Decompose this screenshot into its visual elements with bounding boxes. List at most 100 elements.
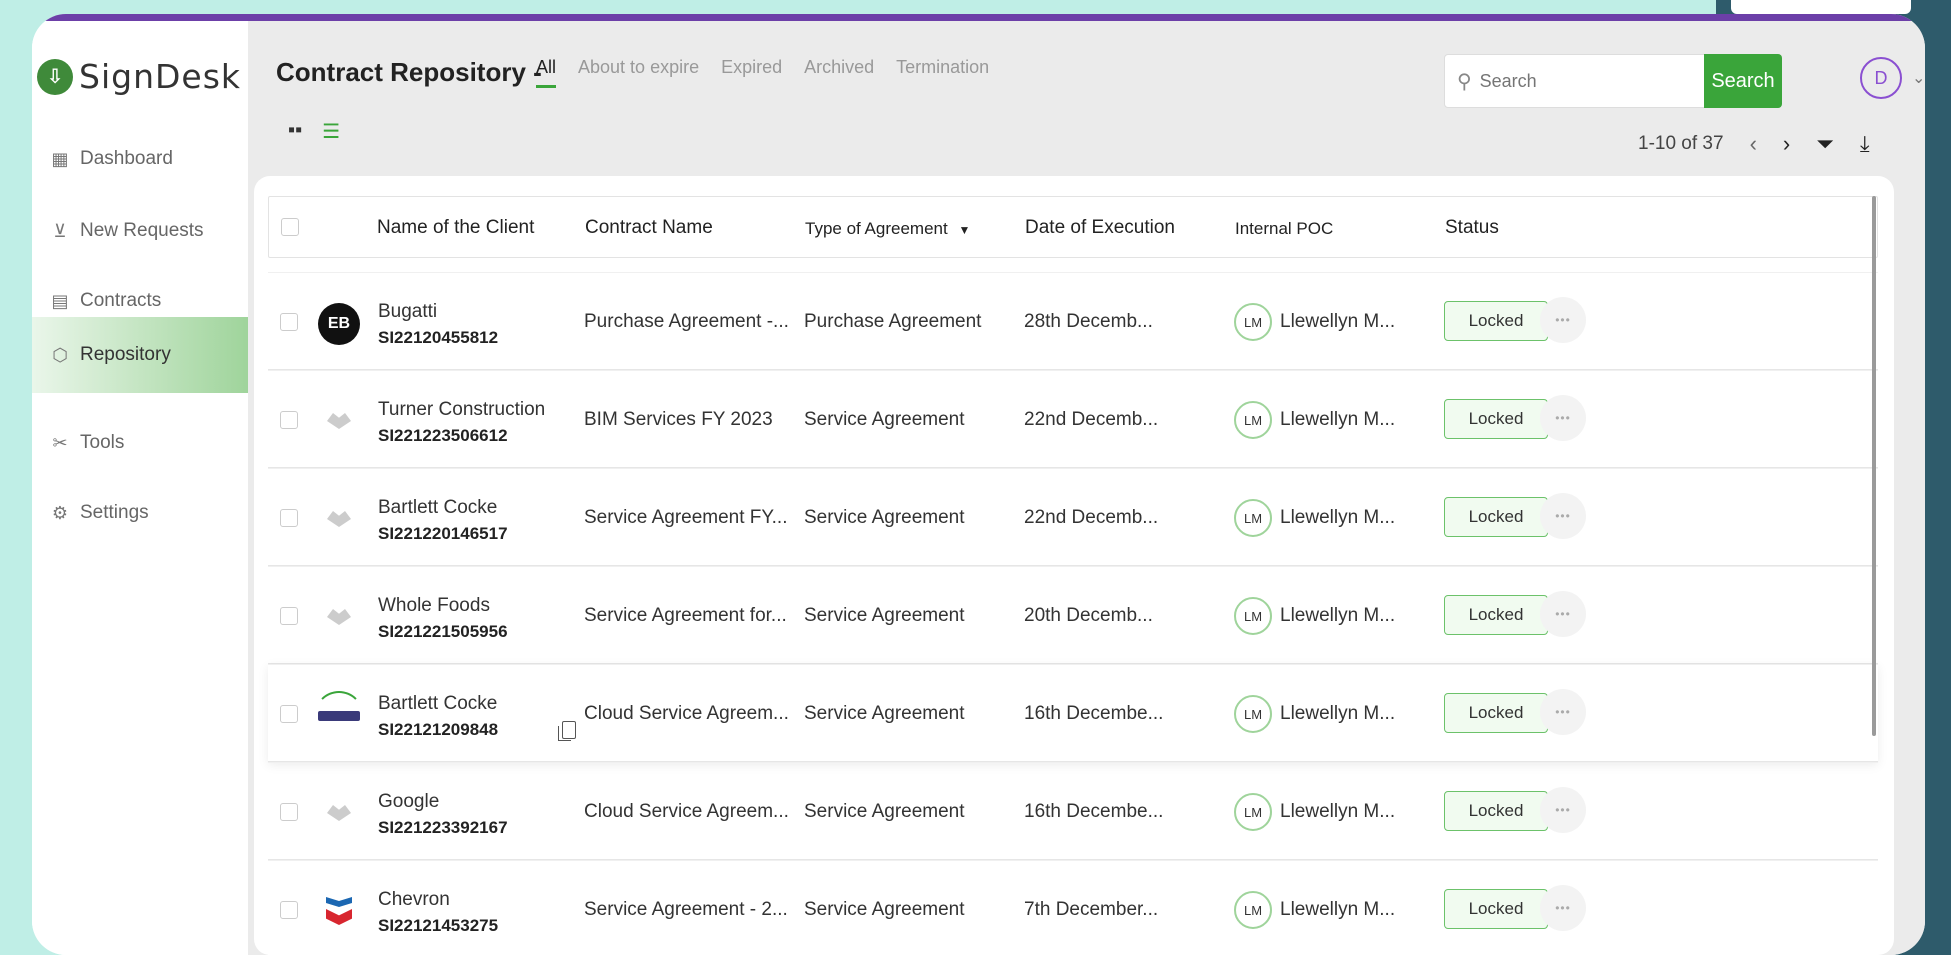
tab-expired[interactable]: Expired [721,57,782,78]
filter-icon[interactable]: ⏷ [1816,131,1834,157]
sidebar-item-tools[interactable]: ✂ Tools [32,405,248,481]
poc-avatar: LM [1234,499,1272,537]
contract-name[interactable]: Service Agreement FY... [584,507,787,529]
poc-name: Llewellyn M... [1280,605,1396,626]
more-options-icon[interactable]: ••• [1540,395,1586,441]
tab-archived[interactable]: Archived [804,57,874,78]
more-options-icon[interactable]: ••• [1540,689,1586,735]
sidebar-item-dashboard[interactable]: ▦ Dashboard [32,121,248,197]
sidebar-item-new-requests[interactable]: ⊻ New Requests [32,193,248,269]
column-header-poc[interactable]: Internal POC [1235,219,1333,239]
row-checkbox[interactable] [280,313,298,331]
client-logo [318,793,360,835]
status-badge: Locked [1444,889,1548,929]
row-checkbox[interactable] [280,803,298,821]
row-checkbox[interactable] [280,509,298,527]
table-row[interactable]: Bartlett Cocke SI22121209848 Cloud Servi… [268,664,1878,762]
sidebar-item-label: Settings [80,502,149,523]
contract-id: SI221220146517 [378,524,508,543]
more-options-icon[interactable]: ••• [1540,591,1586,637]
placeholder-logo-icon [327,805,351,823]
grid-view-icon[interactable]: ▪▪ [288,119,302,144]
table-row[interactable]: EB Bugatti SI22120455812 Purchase Agreem… [268,272,1878,370]
client-logo: EB [318,303,360,345]
execution-date: 16th Decembe... [1024,801,1164,822]
more-options-icon[interactable]: ••• [1540,297,1586,343]
contract-name[interactable]: Service Agreement for... [584,605,787,627]
table-scrollbar[interactable] [1872,196,1876,736]
next-page-icon[interactable]: › [1783,131,1790,157]
contract-name[interactable]: Service Agreement - 2... [584,899,788,921]
column-header-date[interactable]: Date of Execution [1025,217,1175,239]
poc-avatar: LM [1234,401,1272,439]
client-logo [318,891,360,933]
list-view-icon[interactable]: ☰ [322,119,340,144]
placeholder-logo-icon [327,609,351,627]
sidebar-item-label: Dashboard [80,148,173,169]
row-checkbox[interactable] [280,607,298,625]
execution-date: 22nd Decemb... [1024,409,1159,430]
contract-name[interactable]: BIM Services FY 2023 [584,409,773,431]
tab-about-to-expire[interactable]: About to expire [578,57,699,78]
table-row[interactable]: Chevron SI22121453275 Service Agreement … [268,860,1878,955]
column-header-contract[interactable]: Contract Name [585,217,713,239]
column-header-status[interactable]: Status [1445,217,1499,239]
table-row[interactable]: Bartlett Cocke SI221220146517 Service Ag… [268,468,1878,566]
contracts-table: Name of the Client Contract Name Type of… [268,196,1878,955]
column-header-type[interactable]: Type of Agreement ▼ [805,219,970,239]
poc-name: Llewellyn M... [1280,801,1396,822]
table-header: Name of the Client Contract Name Type of… [268,196,1878,258]
main-content: Contract Repository - All About to expir… [248,21,1925,955]
tab-termination[interactable]: Termination [896,57,989,78]
repository-tabs: All About to expire Expired Archived Ter… [536,57,1011,88]
sidebar-item-label: New Requests [80,220,204,241]
client-name: Bartlett Cocke [378,497,498,518]
dashboard-icon: ▦ [51,148,69,169]
signdesk-logo-icon: ⇩ [37,58,73,95]
execution-date: 22nd Decemb... [1024,507,1159,528]
column-header-type-label: Type of Agreement [805,219,948,238]
column-header-client[interactable]: Name of the Client [377,217,534,239]
table-row[interactable]: Google SI221223392167 Cloud Service Agre… [268,762,1878,860]
chevron-down-icon[interactable]: ⌄ [1912,68,1925,88]
previous-page-icon[interactable]: ‹ [1750,131,1757,157]
app-logo[interactable]: ⇩ SignDesk [37,57,241,96]
status-badge: Locked [1444,595,1548,635]
client-logo [318,597,360,639]
poc-avatar: LM [1234,891,1272,929]
sidebar-item-settings[interactable]: ⚙ Settings [32,475,248,551]
tab-all[interactable]: All [536,57,557,88]
agreement-type: Service Agreement [804,703,965,724]
poc-name: Llewellyn M... [1280,703,1396,724]
table-row[interactable]: Turner Construction SI221223506612 BIM S… [268,370,1878,468]
agreement-type: Service Agreement [804,409,965,430]
contract-name[interactable]: Purchase Agreement -... [584,311,789,333]
client-logo [318,401,360,443]
more-options-icon[interactable]: ••• [1540,885,1586,931]
contracts-icon: ▤ [51,290,69,311]
row-checkbox[interactable] [280,901,298,919]
contract-id: SI221221505956 [378,622,508,641]
sidebar-item-repository[interactable]: ⬡ Repository [32,317,248,393]
pagination: 1-10 of 37 ‹ › ⏷ ⤓ [1638,131,1870,157]
copy-icon[interactable] [558,721,576,741]
more-options-icon[interactable]: ••• [1540,787,1586,833]
row-checkbox[interactable] [280,411,298,429]
poc-avatar: LM [1234,303,1272,341]
search-input[interactable] [1479,70,1660,92]
select-all-checkbox[interactable] [281,218,299,236]
row-checkbox[interactable] [280,705,298,723]
contract-id: SI22120455812 [378,328,499,347]
user-avatar[interactable]: D [1860,57,1902,99]
more-options-icon[interactable]: ••• [1540,493,1586,539]
contract-name[interactable]: Cloud Service Agreem... [584,703,789,725]
execution-date: 20th Decemb... [1024,605,1153,626]
download-icon[interactable]: ⤓ [1860,131,1870,157]
status-badge: Locked [1444,301,1548,341]
contract-name[interactable]: Cloud Service Agreem... [584,801,789,823]
client-name: Google [378,791,440,812]
settings-icon: ⚙ [51,502,69,523]
table-row[interactable]: Whole Foods SI221221505956 Service Agree… [268,566,1878,664]
search-button[interactable]: Search [1704,54,1782,108]
search-field[interactable]: ⚲ [1444,54,1708,108]
